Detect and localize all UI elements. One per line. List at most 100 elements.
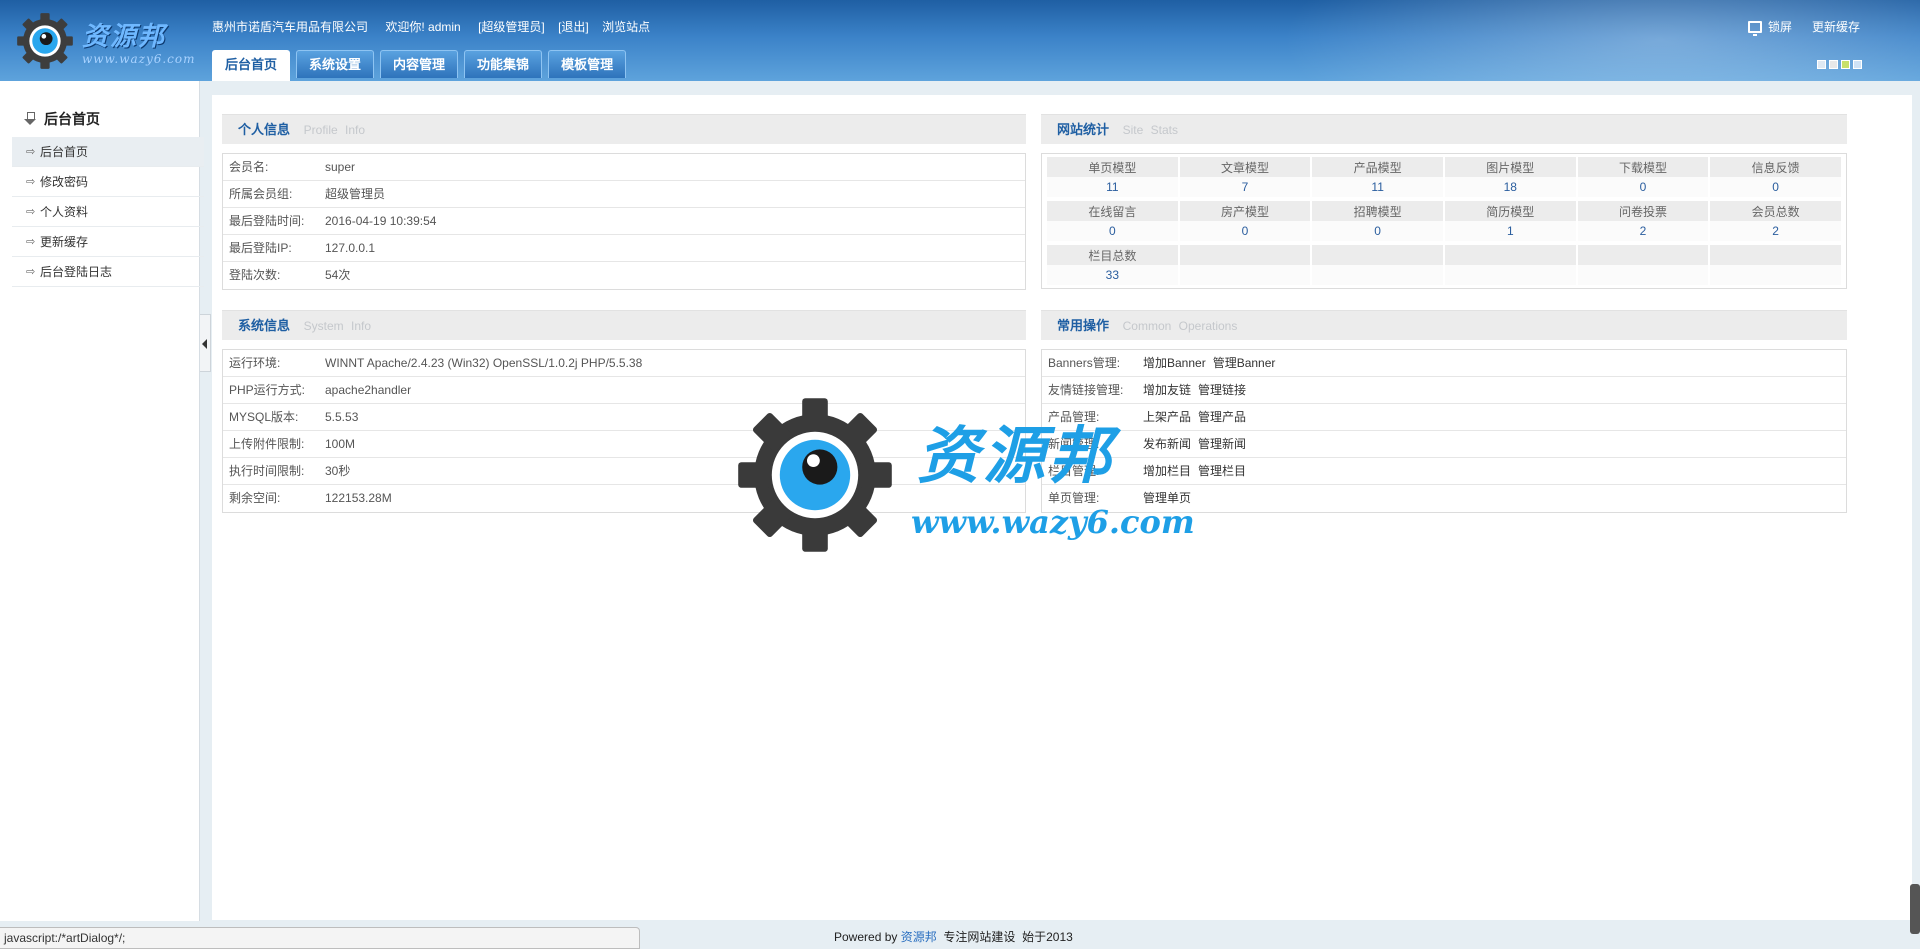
browse-site-link[interactable]: 浏览站点 xyxy=(602,20,650,34)
stat-label: 图片模型 xyxy=(1444,157,1576,177)
table-row: Banners管理: 增加Banner 管理Banner xyxy=(1042,350,1846,377)
tab-home[interactable]: 后台首页 xyxy=(212,50,291,81)
row-key: 剩余空间: xyxy=(229,491,281,505)
scrollbar-thumb[interactable] xyxy=(1910,884,1920,934)
watermark: 资源邦 www.wazy6.com xyxy=(735,393,1195,553)
manage-banner-link[interactable]: 管理Banner xyxy=(1213,356,1276,370)
browser-status-bar: javascript:/*artDialog*/; xyxy=(0,927,640,949)
table-row: 运行环境: WINNT Apache/2.4.23 (Win32) OpenSSL… xyxy=(223,350,1025,377)
operations-title-text: 常用操作 xyxy=(1057,318,1110,333)
sidebar-collapse-handle[interactable] xyxy=(200,314,211,372)
row-value: 30秒 xyxy=(325,464,351,478)
stat-label: 招聘模型 xyxy=(1312,201,1443,221)
stat-label xyxy=(1312,245,1443,265)
add-banner-link[interactable]: 增加Banner xyxy=(1143,356,1206,370)
operations-title: 常用操作 Common Operations xyxy=(1041,310,1847,340)
lock-screen-button[interactable]: 锁屏 xyxy=(1747,18,1792,36)
sidebar-item-label: 个人资料 xyxy=(40,205,89,219)
footer-text: Powered by 资源邦 专注网站建设 始于2013 xyxy=(834,928,1073,945)
sidebar-item-label: 更新缓存 xyxy=(40,235,89,249)
main-nav: 后台首页 系统设置 内容管理 功能集锦 模板管理 xyxy=(212,50,632,81)
stat-label xyxy=(1444,245,1576,265)
skin-option[interactable] xyxy=(1841,60,1850,69)
logo-gear-icon xyxy=(17,13,73,69)
stat-label: 产品模型 xyxy=(1312,157,1443,177)
tab-features[interactable]: 功能集锦 xyxy=(464,50,543,78)
stat-label xyxy=(1577,245,1709,265)
row-key: 最后登陆IP: xyxy=(229,241,292,255)
table-row: 最后登陆IP: 127.0.0.1 xyxy=(223,235,1025,262)
logo[interactable]: 资源邦 www.wazy6.com xyxy=(14,12,214,72)
sidebar-item-home[interactable]: ⇨ 后台首页 xyxy=(12,137,204,167)
skin-option[interactable] xyxy=(1853,60,1862,69)
stats-title: 网站统计 Site Stats xyxy=(1041,114,1847,144)
arrow-right-icon: ⇨ xyxy=(26,176,36,188)
update-cache-label: 更新缓存 xyxy=(1811,20,1860,34)
table-row: 会员名: super xyxy=(223,154,1025,181)
stats-table: 单页模型 文章模型 产品模型 图片模型 下载模型 信息反馈 11 7 11 18… xyxy=(1041,153,1847,289)
stats-title-en: Site Stats xyxy=(1122,123,1178,137)
monitor-icon xyxy=(1747,20,1762,36)
role-link[interactable]: [超级管理员] xyxy=(478,20,545,34)
tab-content-management[interactable]: 内容管理 xyxy=(380,50,459,78)
system-info-title: 系统信息 System Info xyxy=(222,310,1026,340)
sidebar-item-profile[interactable]: ⇨ 个人资料 xyxy=(12,197,204,227)
row-value: 5.5.53 xyxy=(325,410,359,424)
logout-link[interactable]: [退出] xyxy=(558,20,589,34)
system-info-title-text: 系统信息 xyxy=(238,318,291,333)
profile-title-en: Profile Info xyxy=(303,123,366,137)
stat-value: 0 xyxy=(1047,221,1178,241)
sidebar-item-update-cache[interactable]: ⇨ 更新缓存 xyxy=(12,227,204,257)
row-value: super xyxy=(325,160,356,174)
stat-value: 33 xyxy=(1047,265,1178,285)
stat-label xyxy=(1710,245,1841,265)
skin-option[interactable] xyxy=(1817,60,1826,69)
sidebar-title-text: 后台首页 xyxy=(44,111,100,127)
profile-title: 个人信息 Profile Info xyxy=(222,114,1026,144)
row-value: 54次 xyxy=(325,268,351,282)
row-key: 所属会员组: xyxy=(229,187,293,201)
update-cache-button[interactable]: 更新缓存 xyxy=(1812,18,1860,35)
manage-columns-link[interactable]: 管理栏目 xyxy=(1198,464,1246,478)
manage-products-link[interactable]: 管理产品 xyxy=(1198,410,1246,424)
row-value: WINNT Apache/2.4.23 (Win32) OpenSSL/1.0.… xyxy=(325,356,643,370)
row-key: PHP运行方式: xyxy=(229,383,306,397)
row-value: 2016-04-19 10:39:54 xyxy=(325,214,437,228)
header-actions: 锁屏 更新缓存 xyxy=(1747,18,1860,36)
sidebar-item-login-log[interactable]: ⇨ 后台登陆日志 xyxy=(12,257,204,287)
row-value: apache2handler xyxy=(325,383,412,397)
stat-label: 下载模型 xyxy=(1577,157,1709,177)
profile-title-text: 个人信息 xyxy=(238,122,291,137)
stat-value: 11 xyxy=(1312,177,1443,197)
stat-value: 2 xyxy=(1577,221,1709,241)
table-row: 最后登陆时间: 2016-04-19 10:39:54 xyxy=(223,208,1025,235)
sidebar-item-change-password[interactable]: ⇨ 修改密码 xyxy=(12,167,204,197)
watermark-text: 资源邦 xyxy=(917,419,1116,492)
tab-templates[interactable]: 模板管理 xyxy=(548,50,627,78)
watermark-url: www.wazy6.com xyxy=(911,503,1195,541)
stats-value-row: 33 xyxy=(1047,265,1841,285)
arrow-right-icon: ⇨ xyxy=(26,146,36,158)
sidebar-item-label: 后台首页 xyxy=(40,145,89,159)
tab-system-settings[interactable]: 系统设置 xyxy=(296,50,375,78)
stat-value: 7 xyxy=(1179,177,1311,197)
row-value: 122153.28M xyxy=(325,491,392,505)
stat-value: 0 xyxy=(1179,221,1311,241)
footer-since: 始于2013 xyxy=(1022,930,1073,944)
stat-label: 房产模型 xyxy=(1179,201,1311,221)
skin-option[interactable] xyxy=(1829,60,1838,69)
stat-value: 2 xyxy=(1710,221,1841,241)
stat-label: 文章模型 xyxy=(1179,157,1311,177)
profile-panel: 个人信息 Profile Info 会员名: super 所属会员组: 超级管理员 … xyxy=(222,114,1026,290)
topbar: 惠州市诺盾汽车用品有限公司 欢迎你! admin [超级管理员] [退出] 浏览… xyxy=(212,18,660,35)
footer-brand-link[interactable]: 资源邦 xyxy=(901,930,937,944)
manage-links-link[interactable]: 管理链接 xyxy=(1198,383,1246,397)
lock-screen-label: 锁屏 xyxy=(1767,20,1792,34)
stat-label: 问卷投票 xyxy=(1577,201,1709,221)
row-key: 最后登陆时间: xyxy=(229,214,305,228)
system-info-title-en: System Info xyxy=(303,319,371,333)
manage-news-link[interactable]: 管理新闻 xyxy=(1198,437,1246,451)
stats-head-row: 单页模型 文章模型 产品模型 图片模型 下载模型 信息反馈 xyxy=(1047,157,1841,177)
row-key: 执行时间限制: xyxy=(229,464,305,478)
welcome-text: 欢迎你! admin xyxy=(385,20,461,34)
